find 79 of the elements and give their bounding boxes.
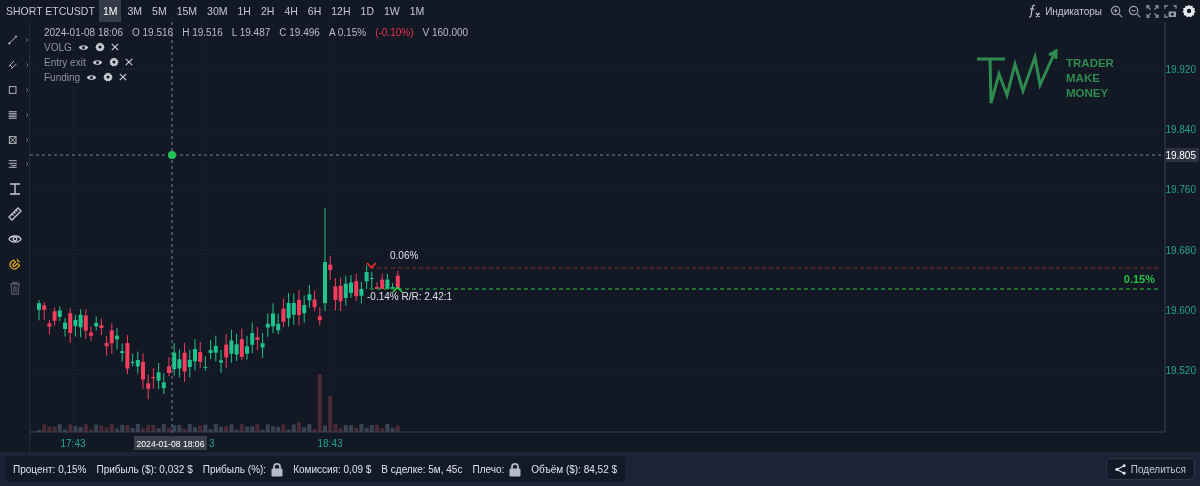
chevron-icon[interactable] <box>26 161 29 168</box>
settings-icon[interactable] <box>108 57 119 67</box>
legend-value: 2024-01-08 18:06 <box>44 27 123 38</box>
timeframe-tab[interactable]: 1D <box>356 0 378 22</box>
close-icon[interactable] <box>110 43 119 51</box>
stat-text: Процент: 0,15% <box>13 463 87 475</box>
legend-value: A 0.15% <box>328 27 367 38</box>
close-icon[interactable] <box>119 73 128 81</box>
legend-value: L 19.487 <box>231 27 271 38</box>
indicator-name: VOLG <box>44 41 72 53</box>
timeframe-tab[interactable]: 1M <box>405 0 429 22</box>
timeframe-tab[interactable]: 5M <box>148 0 171 22</box>
timeframe-tab[interactable]: 2H <box>256 0 279 22</box>
function-icon <box>1027 4 1042 18</box>
stat-text: Прибыль ($): 0,032 $ <box>96 463 193 475</box>
logo-text: MONEY <box>1066 86 1110 101</box>
stat-text: Комиссия: 0,09 $ <box>293 463 372 475</box>
crosshair-price-label: 19.805 <box>1165 148 1199 162</box>
profit-label: 0.15% <box>1123 273 1155 285</box>
chevron-icon[interactable] <box>26 111 29 118</box>
timeframe-tab[interactable]: 15M <box>172 0 202 22</box>
stat-text: Прибыль (%): <box>202 463 267 475</box>
time-label: 18:43 <box>317 438 343 449</box>
symbol-label: SHORT ETCUSDT <box>6 5 95 17</box>
measure-tool-icon[interactable] <box>8 182 22 197</box>
indicator-name: Entry exit <box>44 56 86 68</box>
time-label: 3 <box>209 438 215 449</box>
timeframe-tab[interactable]: 3M <box>123 0 147 22</box>
logo-text: MAKE <box>1066 71 1101 86</box>
chevron-icon[interactable] <box>26 37 29 44</box>
time-label: 17:43 <box>60 438 86 449</box>
timeframe-tab[interactable]: 1M <box>98 0 122 22</box>
timeframe-tab[interactable]: 1W <box>380 0 404 22</box>
timeframe-tab[interactable]: 30M <box>203 0 232 22</box>
legend-value: V 160.000 <box>422 27 469 38</box>
price-label: 19.840 <box>1165 124 1196 136</box>
stat-text: Объём ($): 84,52 $ <box>531 463 618 475</box>
line-tool-icon[interactable] <box>8 33 18 48</box>
price-label: 19.760 <box>1165 184 1196 196</box>
crosshair-time-label: 2024-01-08 18:06 <box>134 436 207 450</box>
chevron-icon[interactable] <box>26 136 29 143</box>
stat-text: В сделке: 5м, 45с <box>381 463 463 475</box>
price-label: 19.600 <box>1165 304 1196 316</box>
timeframe-tab[interactable]: 1H <box>233 0 255 22</box>
legend-value: C 19.496 <box>279 27 320 38</box>
settings-icon[interactable] <box>103 72 114 82</box>
legend-value: O 19.516 <box>131 27 174 38</box>
settings-icon[interactable] <box>1182 4 1196 18</box>
chevron-icon[interactable] <box>26 62 29 69</box>
exit-marker-icon <box>366 262 377 269</box>
zoom-out-icon[interactable] <box>1128 4 1141 18</box>
price-label: 19.920 <box>1165 64 1196 75</box>
stat-text: Плечо: <box>472 463 505 475</box>
timeframe-tab[interactable]: 12H <box>327 0 355 22</box>
magnet-tool-icon[interactable] <box>8 256 22 271</box>
timeframe-tab[interactable]: 6H <box>303 0 326 22</box>
legend-value: (-0.10%) <box>375 27 414 38</box>
ruler-tool-icon[interactable] <box>8 206 22 221</box>
timeframe-tab[interactable]: 4H <box>280 0 302 22</box>
price-label: 19.680 <box>1165 244 1196 256</box>
logo-mark-icon <box>977 49 1061 105</box>
price-label: 19.520 <box>1165 365 1196 376</box>
chevron-icon[interactable] <box>26 87 29 93</box>
indicator-name: Funding <box>44 71 81 83</box>
share-icon <box>1114 463 1126 475</box>
fullscreen-icon[interactable] <box>1146 4 1159 18</box>
zoom-in-icon[interactable] <box>1110 4 1123 18</box>
settings-icon[interactable] <box>94 42 105 52</box>
screenshot-icon[interactable] <box>1164 4 1177 18</box>
close-icon[interactable] <box>124 58 133 66</box>
share-button[interactable]: Поделиться <box>1105 458 1195 480</box>
legend-value: H 19.516 <box>182 27 223 38</box>
crosshair-dot <box>168 151 176 159</box>
risk-reward-label: -0.14% R/R: 2.42:1 <box>367 291 453 302</box>
indicators-button[interactable]: Индикаторы <box>1024 4 1105 18</box>
target-label: 0.06% <box>390 250 419 261</box>
rectangle-tool-icon[interactable] <box>8 83 18 97</box>
entry-marker-icon <box>392 286 403 293</box>
logo-text: TRADER <box>1066 56 1114 71</box>
